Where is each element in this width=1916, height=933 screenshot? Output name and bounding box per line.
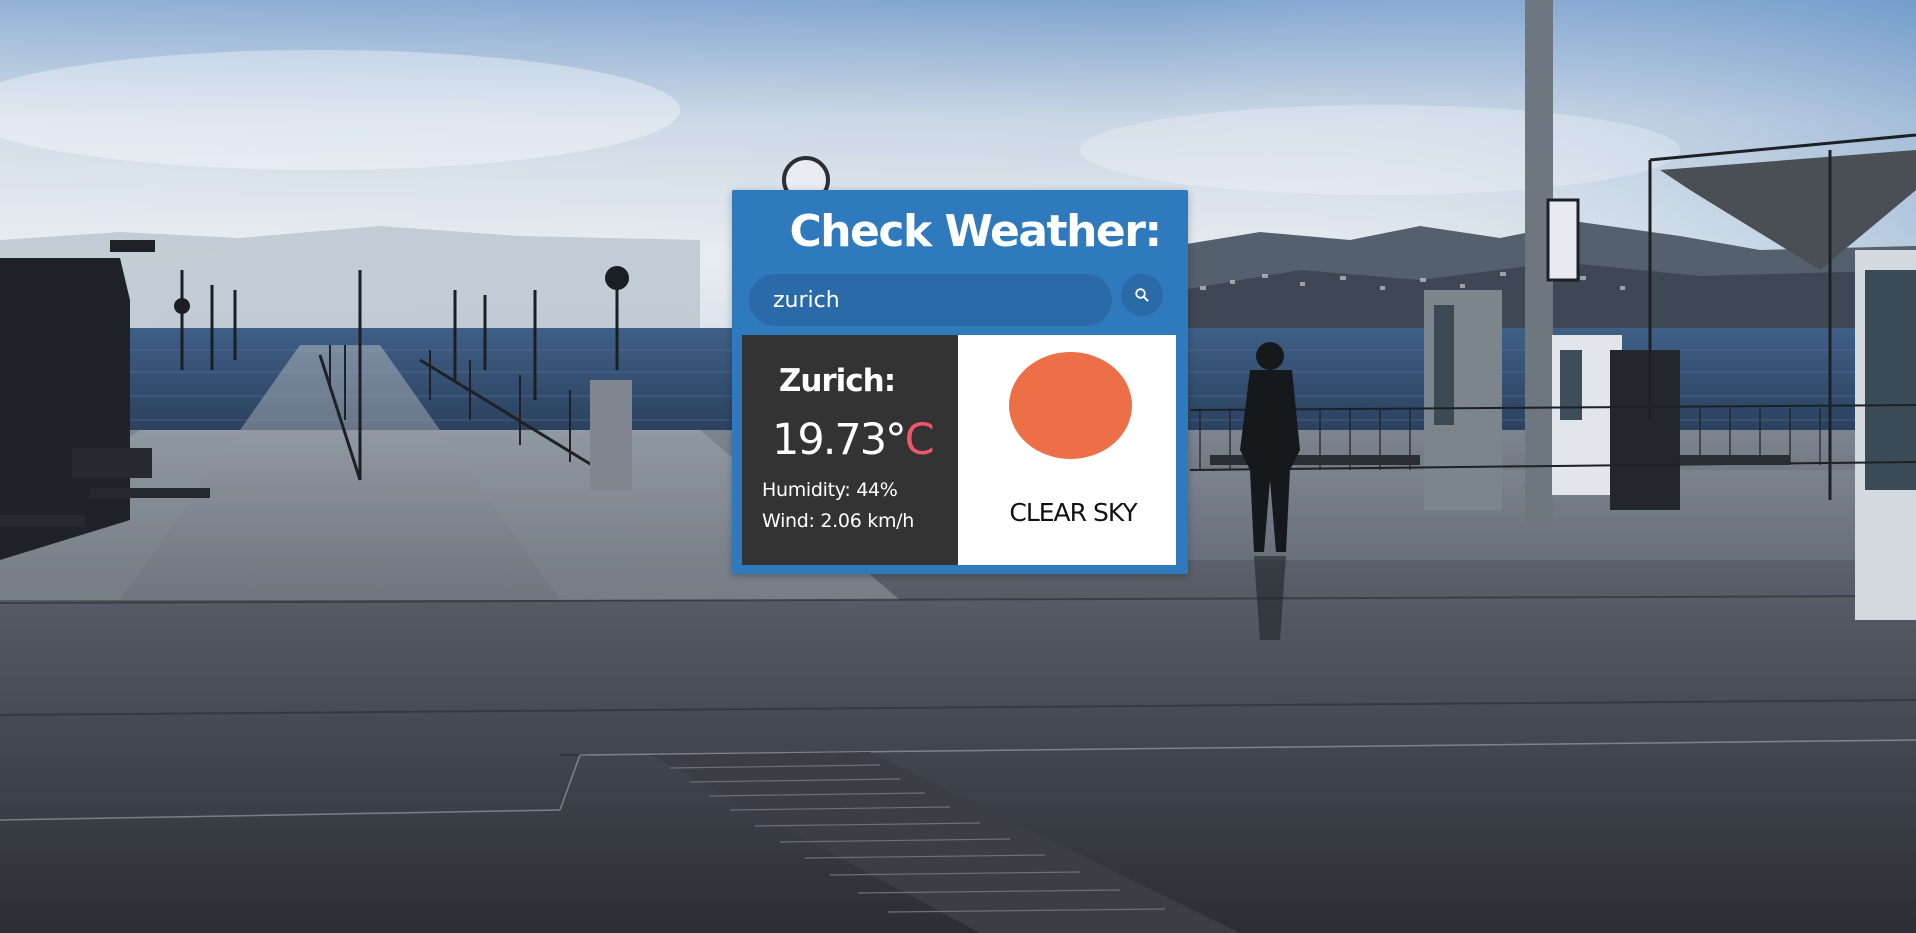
wind-text: Wind: 2.06 km/h: [762, 510, 914, 532]
weather-details-panel: Zurich: 19.73°C Humidity: 44% Wind: 2.06…: [742, 335, 958, 565]
weather-condition-panel: CLEAR SKY: [958, 335, 1176, 565]
temperature: 19.73°C: [772, 415, 935, 465]
weather-condition: CLEAR SKY: [1009, 498, 1137, 527]
city-name: Zurich:: [778, 363, 896, 399]
weather-card: Check Weather: Zurich: 19.73°C Humidity:…: [732, 190, 1188, 574]
sun-icon: [1009, 352, 1132, 459]
humidity-text: Humidity: 44%: [762, 479, 898, 501]
search-button[interactable]: [1121, 274, 1163, 316]
temperature-unit: C: [904, 415, 935, 465]
temperature-value: 19.73°: [772, 415, 907, 465]
app-title: Check Weather:: [789, 206, 1162, 257]
city-search-input[interactable]: [749, 274, 1112, 326]
search-icon: [1134, 287, 1150, 303]
